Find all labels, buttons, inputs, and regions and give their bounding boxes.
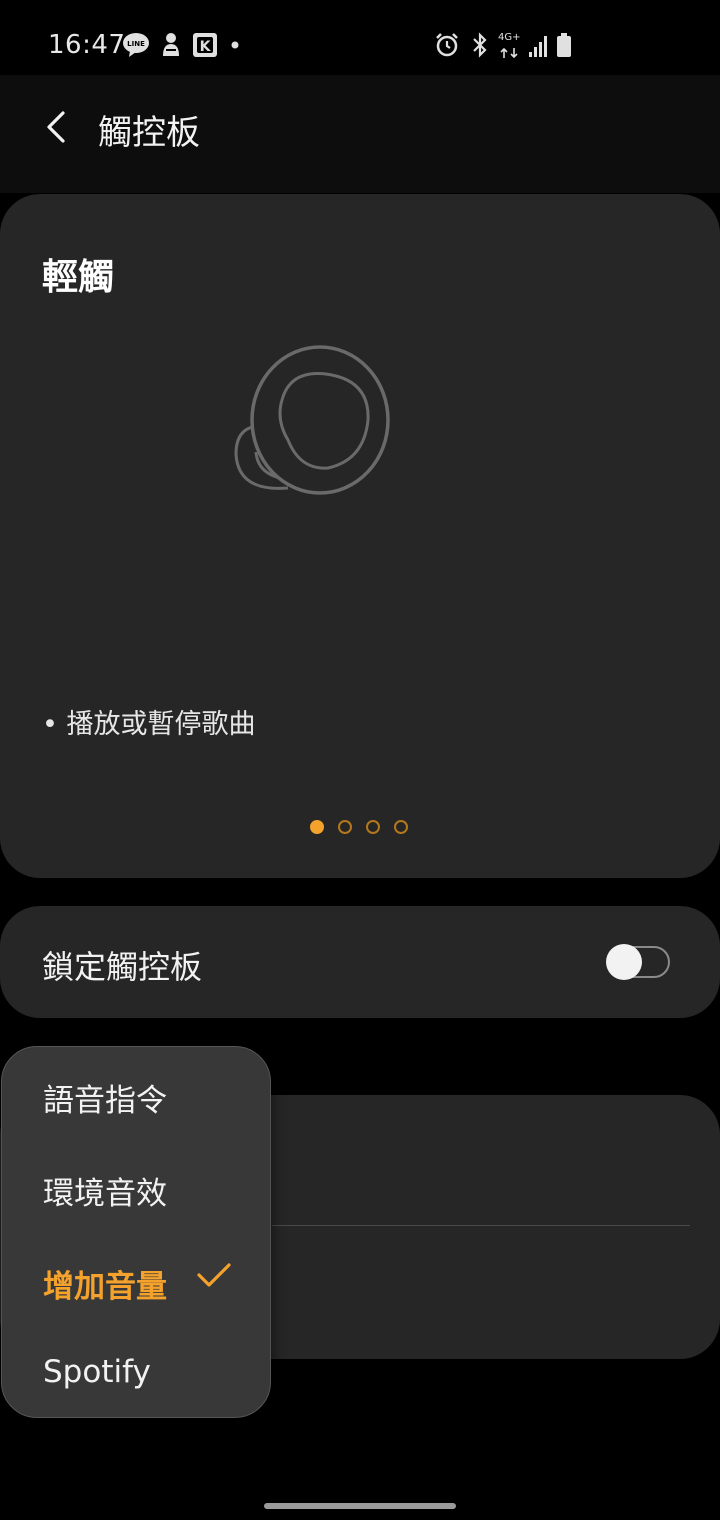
lock-touchpad-toggle[interactable]: [606, 944, 672, 980]
back-button[interactable]: [30, 101, 82, 153]
toggle-thumb: [606, 944, 642, 980]
gesture-description: • 播放或暫停歌曲: [42, 709, 256, 740]
notification-app-icon: [163, 33, 179, 56]
k-app-icon: K: [193, 33, 217, 57]
page-dot-3[interactable]: [366, 820, 380, 834]
app-bar: 觸控板: [0, 75, 720, 193]
svg-text:K: K: [200, 39, 212, 55]
svg-text:LINE: LINE: [127, 40, 145, 48]
status-time: 16:47: [48, 30, 126, 60]
signal-icon: [529, 36, 547, 57]
network-4g-icon: 4G+: [498, 32, 522, 59]
line-app-icon: LINE: [123, 33, 149, 57]
page-dot-4[interactable]: [394, 820, 408, 834]
gesture-carousel-card[interactable]: 輕觸 • 播放或暫停歌曲: [0, 194, 720, 878]
menu-item-label: 環境音效: [43, 1176, 167, 1212]
page-dot-2[interactable]: [338, 820, 352, 834]
divider: [272, 1225, 690, 1226]
gesture-navigation-handle[interactable]: [264, 1503, 456, 1509]
page-dot-1[interactable]: [310, 820, 324, 834]
more-dot-icon: [231, 41, 239, 49]
page-title: 觸控板: [98, 113, 200, 153]
status-bar: 16:47 LINE K 4G+: [0, 0, 720, 75]
gesture-title: 輕觸: [42, 257, 115, 298]
lock-touchpad-label: 鎖定觸控板: [42, 948, 203, 986]
bluetooth-icon: [473, 32, 487, 58]
menu-item-volume-up[interactable]: 增加音量: [2, 1233, 272, 1326]
lock-touchpad-row[interactable]: 鎖定觸控板: [0, 906, 720, 1018]
menu-item-label: 增加音量: [43, 1269, 167, 1305]
alarm-icon: [436, 33, 458, 57]
chevron-left-icon: [47, 111, 65, 143]
menu-item-voice-command[interactable]: 語音指令: [2, 1047, 272, 1140]
touch-and-hold-options-menu: 語音指令 環境音效 增加音量 Spotify: [1, 1046, 271, 1418]
menu-item-ambient-sound[interactable]: 環境音效: [2, 1140, 272, 1233]
menu-item-label: Spotify: [43, 1354, 151, 1390]
battery-icon: [557, 33, 571, 57]
menu-item-spotify[interactable]: Spotify: [2, 1326, 272, 1419]
network-label: 4G+: [498, 32, 521, 43]
check-icon: [197, 1263, 231, 1287]
menu-item-label: 語音指令: [43, 1083, 167, 1119]
earbud-icon: [234, 345, 390, 495]
